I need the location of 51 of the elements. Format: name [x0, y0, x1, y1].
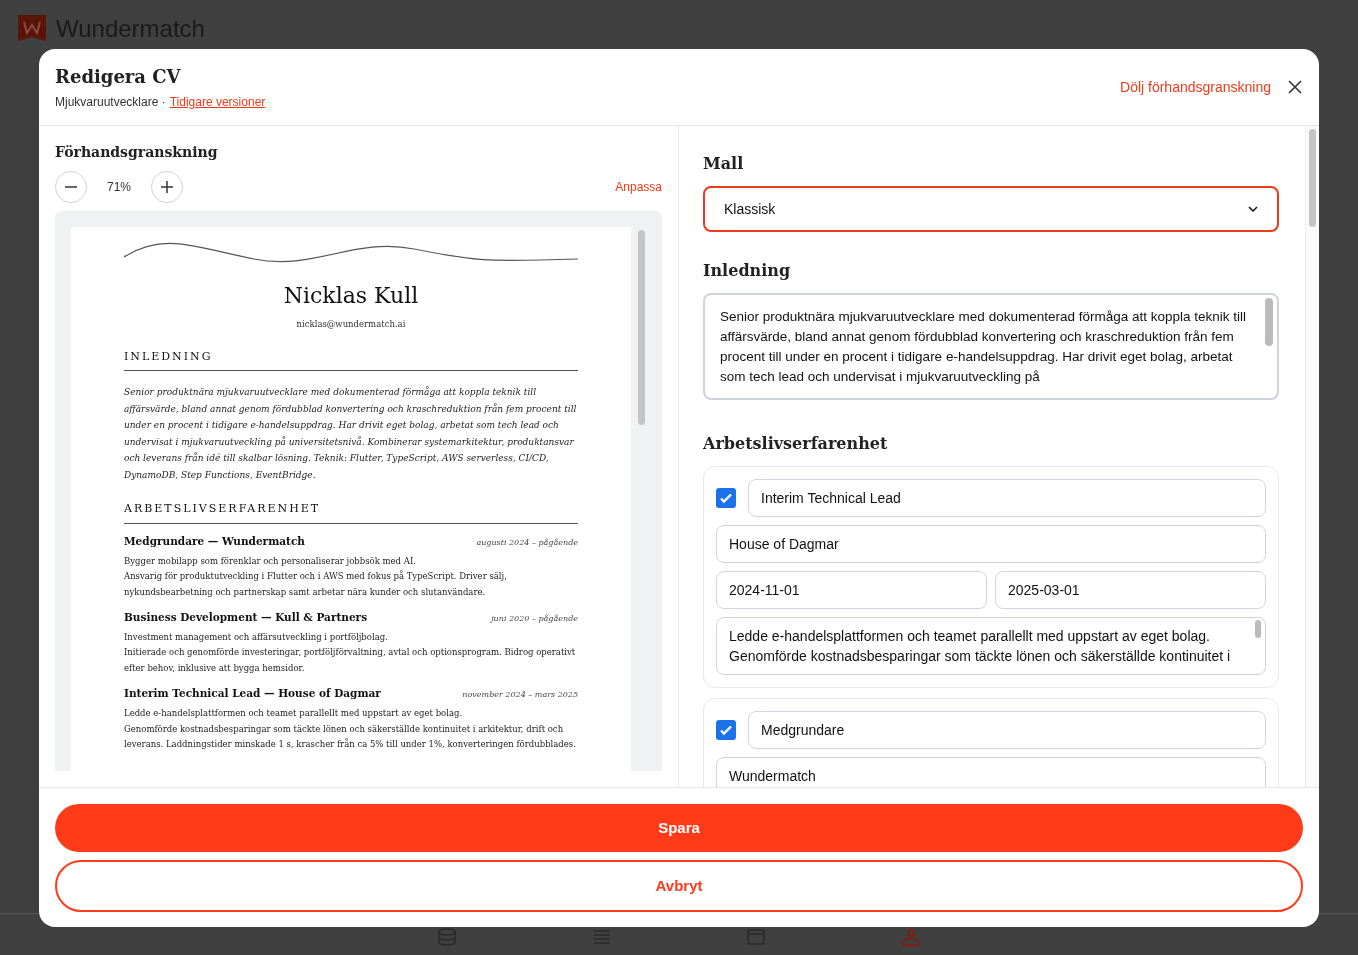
dialog-subtitle: Mjukvaruutvecklare · [55, 94, 166, 111]
job-description: Bygger mobilapp som förenklar och personaliserar jobbsök med AI. [124, 554, 417, 568]
section-heading: INLEDNING [124, 348, 578, 372]
plus-icon [161, 181, 173, 193]
scrollbar-thumb[interactable] [1309, 129, 1316, 227]
save-button[interactable]: Spara [55, 804, 1303, 852]
experience-label: Arbetslivserfarenhet [703, 433, 889, 455]
intro-field[interactable]: Senior produktnära mjukvaruutvecklare med dokumenterad förmåga att koppla teknik till affärsvärde, bland annat genom fördubblad konvertering och kraschreduktion från fem procent till under en procent i tidigare e-handelsuppdrag. Har drivit eget bolag, arbetat som tech lead och undervisat i mjukvaruutveckling på [703, 293, 1279, 400]
company-field[interactable]: Wundermatch [716, 757, 1266, 787]
cv-intro: Senior produktnära mjukvaruutvecklare med dokumenterad förmåga att koppla teknik till affärsvärde, bland annat genom fördubblad konvertering och kraschreduktion från fem procent till under en procent i tidigare e-handelsuppdrag. Har drivit eget bolag, arbetat som tech lead och undervisat i mjukvaruutveckling på universitetsnivå. Kombinerar systemarkitektur, produktansvar och leverans från idé till skalbar lösning. Teknik: Flutter, TypeScript, AWS serverless, CI/CD, DynamoDB, Step Functions, EventBridge. [124, 385, 578, 482]
job-description: Ansvarig för produktutveckling i Flutter och i AWS med fokus på TypeScript. Driver sälj, nykundsbearbetning och partnerskap samt arbetar nära kunder och slutanvändare. [124, 569, 508, 599]
cv-name: Nicklas Kull [282, 282, 420, 310]
job-title: Interim Technical Lead — House of Dagmar [124, 686, 381, 702]
template-label: Mall [703, 153, 745, 175]
intro-label: Inledning [703, 260, 792, 282]
database-icon[interactable] [436, 928, 459, 946]
window-icon[interactable] [745, 928, 768, 946]
job-title-field[interactable]: Medgrundare [748, 711, 1266, 749]
checkbox[interactable] [716, 720, 736, 740]
minus-icon [65, 186, 77, 188]
job-dates: november 2024 – mars 2025 [462, 689, 578, 702]
job-description: Ledde e-handelsplattformen och teamet parallellt med uppstart av eget bolag. [124, 707, 464, 720]
cancel-button[interactable]: Avbryt [55, 860, 1303, 912]
job-dates: augusti 2024 – pågående [476, 536, 578, 549]
chevron-down-icon [1248, 206, 1258, 212]
versions-link[interactable]: Tidigare versioner [169, 93, 266, 111]
cv-email: nicklas@wundermatch.ai [295, 318, 407, 331]
dialog-title: Redigera CV [55, 65, 182, 89]
job-description: Genomförde kostnadsbesparingar som täckte lönen och säkerställde kontinuitet i arkitektur, drift och leverans. Laddningstider minskade 1 s, krascher från ca 5% till under 1%, konverteringen fördubblades. [124, 722, 577, 751]
start-date-field[interactable]: 2024-11-01 [716, 571, 987, 609]
job-description: Investment management och affärsutveckling i portföljbolag. [124, 630, 389, 644]
checkbox[interactable] [716, 488, 736, 508]
check-icon [719, 723, 733, 737]
description-field[interactable]: Ledde e-handelsplattformen och teamet parallellt med uppstart av eget bolag. Genomförde kostnadsbesparingar som täckte lönen och säkerställde kontinuitet i [716, 617, 1266, 675]
zoom-level: 71% [106, 179, 132, 196]
fit-link[interactable]: Anpassa [615, 178, 662, 196]
template-select[interactable]: Klassisk [703, 186, 1279, 232]
job-title: Business Development — Kull & Partners [124, 610, 368, 625]
job-title-field[interactable]: Interim Technical Lead [748, 479, 1266, 517]
person-icon[interactable] [899, 928, 922, 946]
company-field[interactable]: House of Dagmar [716, 525, 1266, 563]
scrollbar-thumb[interactable] [637, 230, 645, 425]
check-icon [719, 491, 733, 505]
job-dates: juni 2020 – pågående [491, 613, 578, 625]
end-date-field[interactable]: 2025-03-01 [995, 571, 1266, 609]
hide-preview-link[interactable]: Dölj förhandsgranskning [1120, 76, 1271, 98]
job-description: Initierade och genomförde investeringar, portföljförvaltning, avtal och optionsprogram. Bidrog operativt efter behov, inklusive att bygga hemsidor. [124, 646, 577, 675]
close-icon[interactable] [1287, 79, 1303, 95]
preview-heading: Förhandsgranskning [55, 143, 219, 162]
section-heading: ARBETSLIVSERFARENHET [124, 501, 578, 524]
job-title: Medgrundare — Wundermatch [124, 533, 305, 549]
